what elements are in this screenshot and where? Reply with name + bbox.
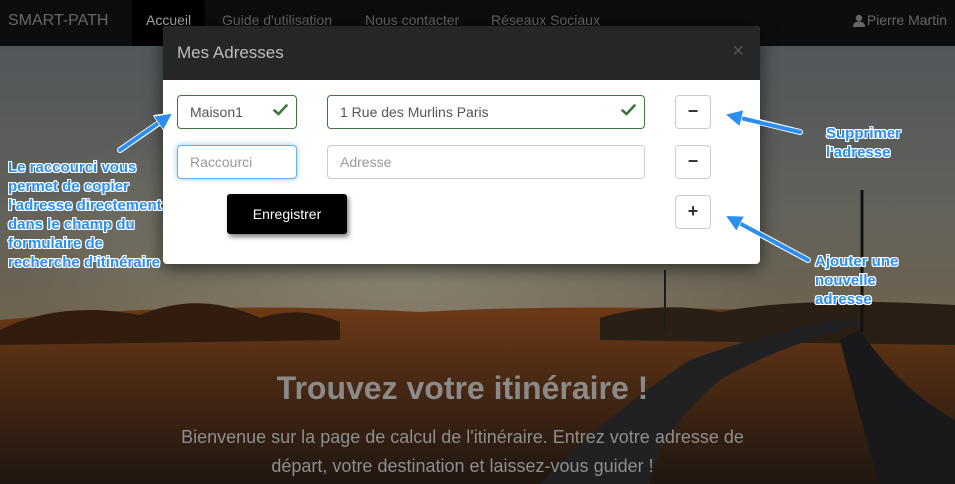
annotation-line: Ajouter une — [815, 253, 899, 270]
annotation-add: Ajouter une nouvelle adresse — [815, 252, 898, 309]
annotation-line: Supprimer — [826, 125, 902, 142]
annotation-line: formulaire de — [8, 235, 104, 252]
annotation-line: nouvelle — [815, 272, 876, 289]
arrow-to-shortcut — [118, 115, 170, 152]
annotation-line: adresse — [815, 291, 872, 308]
annotation-line: recherche d'itinéraire — [8, 254, 160, 271]
annotation-line: Le raccourci vous — [8, 159, 137, 176]
arrow-to-remove — [728, 115, 802, 134]
annotation-line: l'adresse directement — [8, 197, 162, 214]
annotation-delete: Supprimer l'adresse — [826, 124, 901, 162]
annotation-line: permet de copier — [8, 178, 129, 195]
annotation-line: l'adresse — [826, 144, 891, 161]
annotation-line: dans le champ du — [8, 216, 135, 233]
arrow-to-add — [728, 217, 810, 262]
annotation-shortcut: Le raccourci vous permet de copier l'adr… — [8, 158, 162, 272]
